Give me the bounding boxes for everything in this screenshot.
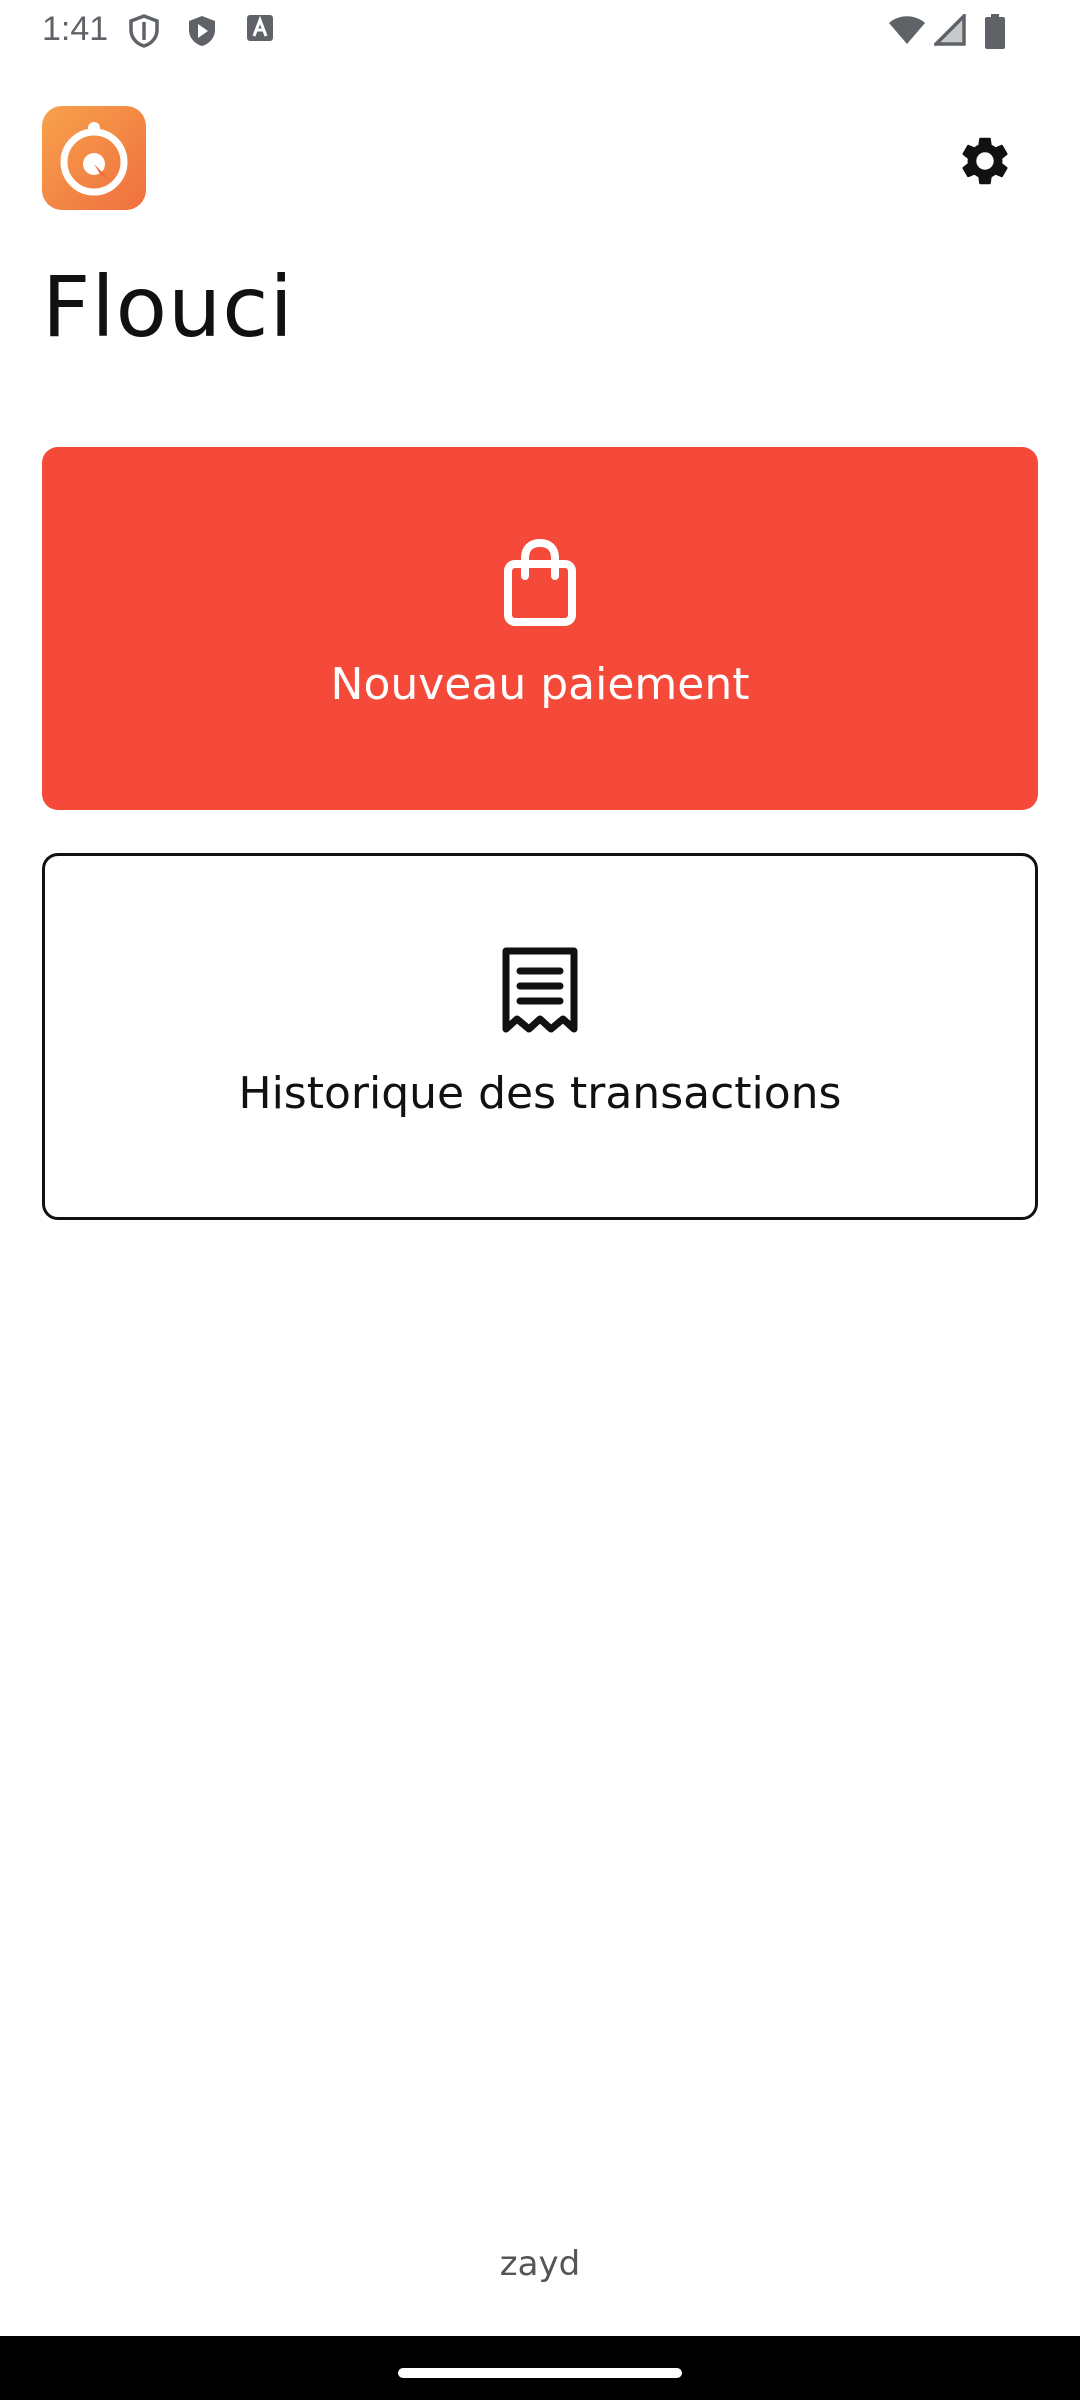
battery-icon bbox=[984, 14, 1006, 50]
keyboard-a-icon bbox=[246, 14, 274, 44]
system-navigation-bar bbox=[0, 2336, 1080, 2400]
signal-icon bbox=[934, 14, 966, 46]
transaction-history-button[interactable]: Historique des transactions bbox=[42, 853, 1038, 1220]
status-bar: 1:41 bbox=[0, 0, 1080, 62]
shopping-bag-icon bbox=[503, 535, 577, 631]
username-label: zayd bbox=[499, 2244, 581, 2284]
receipt-icon bbox=[500, 944, 580, 1040]
page-title: Flouci bbox=[42, 258, 294, 356]
new-payment-button[interactable]: Nouveau paiement bbox=[42, 447, 1038, 810]
transaction-history-label: Historique des transactions bbox=[238, 1068, 842, 1119]
app-logo bbox=[42, 106, 146, 210]
wifi-icon bbox=[888, 14, 926, 46]
flouci-logo-icon bbox=[60, 122, 128, 196]
settings-button[interactable] bbox=[950, 126, 1020, 196]
home-indicator[interactable] bbox=[398, 2368, 682, 2378]
play-shield-icon bbox=[186, 14, 218, 48]
gear-icon bbox=[962, 137, 1008, 185]
shield-outline-icon bbox=[128, 14, 160, 48]
status-time: 1:41 bbox=[42, 10, 109, 48]
new-payment-label: Nouveau paiement bbox=[330, 659, 750, 710]
